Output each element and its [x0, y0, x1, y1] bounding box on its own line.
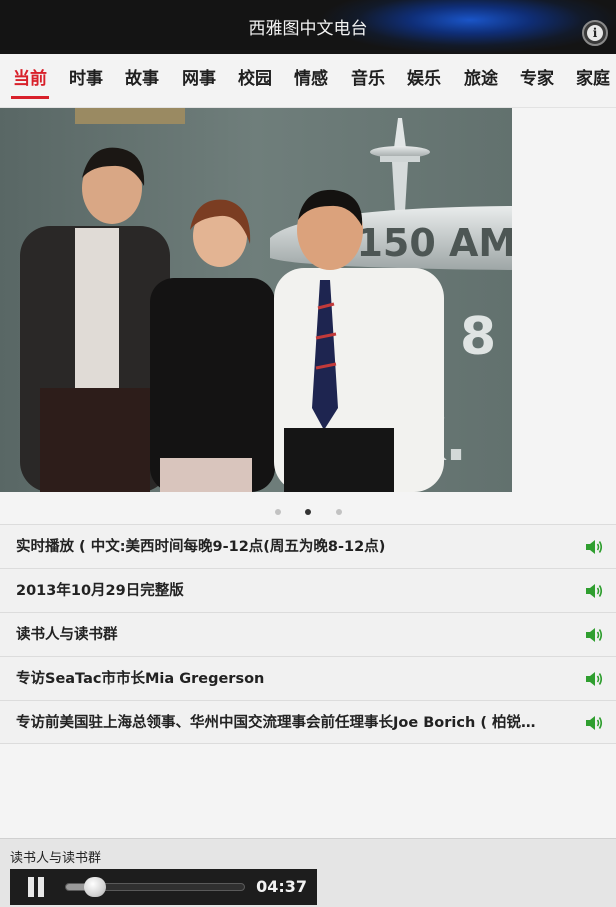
carousel-page-indicator: [0, 506, 616, 518]
playback-time: 04:37: [256, 877, 307, 896]
speaker-icon[interactable]: [585, 539, 603, 555]
program-label: 2013年10月29日完整版: [16, 583, 184, 599]
tab-current[interactable]: 当前: [11, 54, 49, 107]
tab-experts[interactable]: 专家: [520, 54, 554, 107]
tab-web[interactable]: 网事: [182, 54, 216, 107]
page-dot-active[interactable]: [305, 509, 311, 515]
tab-stories[interactable]: 故事: [125, 54, 159, 107]
program-row-joe-borich[interactable]: 专访前美国驻上海总领事、华州中国交流理事会前任理事长Joe Borich ( 柏…: [0, 700, 616, 744]
pause-icon-bar: [28, 877, 34, 897]
program-label: 专访前美国驻上海总领事、华州中国交流理事会前任理事长Joe Borich ( 柏…: [16, 715, 536, 731]
photo-carousel[interactable]: 1150 AM 8 K.: [0, 108, 616, 524]
program-row-readers[interactable]: 读书人与读书群: [0, 612, 616, 656]
program-row-live[interactable]: 实时播放 ( 中文:美西时间每晚9-12点(周五为晚8-12点): [0, 524, 616, 568]
title-bar: 西雅图中文电台 i: [0, 0, 616, 54]
page-dot[interactable]: [275, 509, 281, 515]
category-tabs: 当前 时事 故事 网事 校园 情感 音乐 娱乐 旅途 专家 家庭: [0, 54, 616, 108]
app-title: 西雅图中文电台: [248, 19, 368, 39]
tab-travel[interactable]: 旅途: [464, 54, 498, 107]
tab-family[interactable]: 家庭: [576, 54, 610, 107]
tab-entertainment[interactable]: 娱乐: [407, 54, 441, 107]
info-icon: i: [587, 25, 603, 41]
tab-music[interactable]: 音乐: [351, 54, 385, 107]
speaker-icon[interactable]: [585, 715, 603, 731]
program-row-full-episode[interactable]: 2013年10月29日完整版: [0, 568, 616, 612]
speaker-icon[interactable]: [585, 583, 603, 599]
carousel-photo[interactable]: 1150 AM 8 K.: [0, 108, 512, 492]
program-list: 实时播放 ( 中文:美西时间每晚9-12点(周五为晚8-12点) 2013年10…: [0, 524, 616, 744]
speaker-icon[interactable]: [585, 627, 603, 643]
tab-emotion[interactable]: 情感: [294, 54, 328, 107]
now-playing-title: 读书人与读书群: [10, 851, 102, 866]
pause-button[interactable]: [26, 877, 46, 897]
program-label: 读书人与读书群: [16, 627, 118, 643]
tab-news[interactable]: 时事: [69, 54, 103, 107]
program-label: 专访SeaTac市市长Mia Gregerson: [16, 671, 265, 687]
page-dot[interactable]: [336, 509, 342, 515]
sign-digit: 8: [460, 307, 496, 367]
info-button[interactable]: i: [582, 20, 608, 46]
studio-photo-illustration: 1150 AM 8 K.: [0, 108, 512, 492]
audio-player: 读书人与读书群 04:37: [0, 838, 616, 907]
player-controls: 04:37: [10, 869, 317, 905]
progress-slider-thumb[interactable]: [84, 877, 106, 897]
tab-campus[interactable]: 校园: [238, 54, 272, 107]
program-row-seatac-mayor[interactable]: 专访SeaTac市市长Mia Gregerson: [0, 656, 616, 700]
speaker-icon[interactable]: [585, 671, 603, 687]
pause-icon-bar: [38, 877, 44, 897]
program-label: 实时播放 ( 中文:美西时间每晚9-12点(周五为晚8-12点): [16, 539, 386, 555]
